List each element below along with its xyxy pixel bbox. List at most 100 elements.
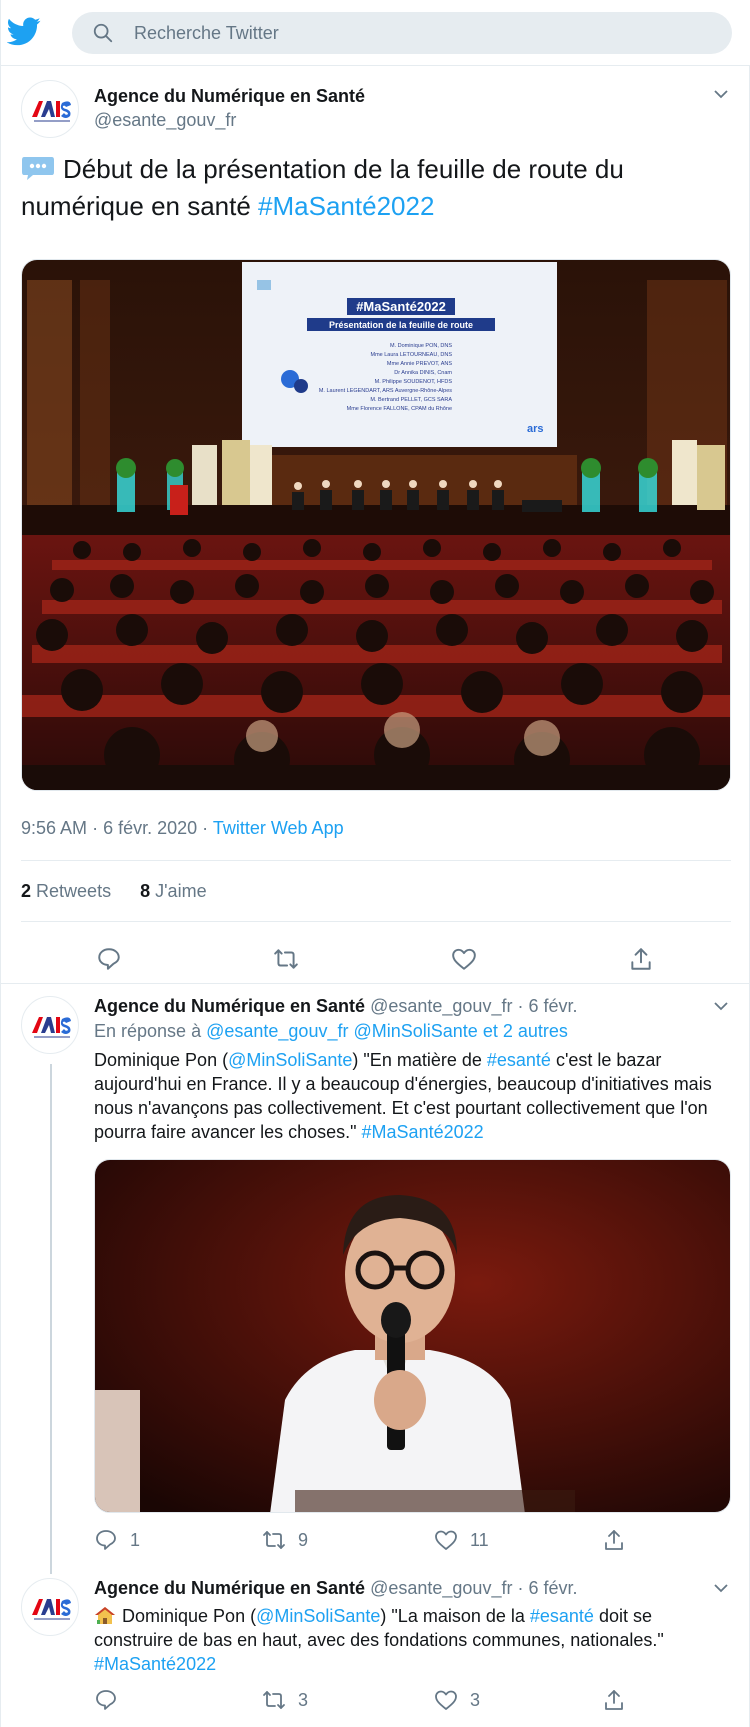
tweet-date[interactable]: 6 févr. (528, 1578, 577, 1598)
avatar[interactable] (21, 80, 79, 138)
author-handle[interactable]: @esante_gouv_fr (370, 996, 512, 1016)
tweet-text: Début de la présentation de la feuille d… (21, 151, 721, 225)
reply-icon (96, 1690, 116, 1710)
reply-tweet: Agence du Numérique en Santé @esante_gou… (1, 996, 750, 1550)
twitter-page: Agence du Numérique en Santé @esante_gou… (0, 0, 750, 1727)
hashtag-link[interactable]: #MaSanté2022 (94, 1654, 216, 1674)
tweet-text: Dominique Pon (@MinSoliSante) "En matièr… (94, 1048, 734, 1144)
retweets-count: 2 (21, 881, 32, 901)
like-icon[interactable] (451, 946, 477, 972)
tweet-text: Dominique Pon (@MinSoliSante) "La maison… (94, 1604, 734, 1676)
ans-logo-icon (32, 101, 71, 122)
author-handle[interactable]: @esante_gouv_fr (94, 110, 236, 131)
tweet-actions (1, 946, 750, 984)
share-icon (605, 1690, 623, 1710)
reply-action[interactable]: 1 (94, 1528, 140, 1552)
mention-link[interactable]: @MinSoliSante (228, 1050, 352, 1070)
mention-link[interactable]: @MinSoliSante (353, 1021, 477, 1041)
mention-link[interactable]: @esante_gouv_fr (206, 1021, 348, 1041)
search-icon (93, 23, 113, 43)
reply-header: Agence du Numérique en Santé @esante_gou… (94, 1578, 578, 1599)
retweet-action[interactable]: 9 (262, 1528, 308, 1552)
retweets-label: Retweets (36, 881, 112, 901)
header-separator: · (517, 996, 524, 1016)
retweet-icon (263, 1691, 285, 1709)
avatar[interactable] (21, 1578, 79, 1636)
others-link[interactable]: et 2 autres (483, 1021, 568, 1041)
ans-logo-icon (32, 1017, 71, 1038)
tweet-date[interactable]: 6 févr. 2020 (103, 818, 197, 838)
hashtag-link[interactable]: #esanté (487, 1050, 551, 1070)
reply-context: En réponse à @esante_gouv_fr @MinSoliSan… (94, 1021, 568, 1042)
like-action[interactable]: 3 (434, 1688, 480, 1712)
likes-count: 11 (470, 1529, 489, 1550)
chevron-down-icon[interactable] (713, 998, 729, 1014)
like-icon (435, 1690, 457, 1710)
author-name[interactable]: Agence du Numérique en Santé (94, 86, 365, 107)
thread-connector (50, 1064, 52, 1574)
like-action[interactable]: 11 (434, 1528, 489, 1552)
search-box (72, 12, 732, 54)
screen-name-line: M. Laurent LEGENDART, ARS Auvergne-Rhône… (319, 388, 452, 394)
chevron-down-icon[interactable] (713, 86, 729, 102)
reply-icon (96, 1530, 116, 1550)
chevron-down-icon[interactable] (713, 1580, 729, 1596)
screen-name-line: Mme Florence FALLONE, CPAM du Rhône (347, 406, 452, 412)
likes-count: 8 (140, 881, 151, 901)
screen-name-line: Mme Laura LETOURNEAU, DNS (370, 352, 452, 358)
top-bar (1, 0, 750, 66)
share-action[interactable] (602, 1528, 626, 1552)
screen-name-line: M. Dominique PON, DNS (390, 343, 452, 349)
mention-link[interactable]: @MinSoliSante (256, 1606, 380, 1626)
divider (21, 860, 731, 861)
author-name[interactable]: Agence du Numérique en Santé (94, 1578, 365, 1598)
screen-name-line: M. Bertrand PELLET, GCS SARA (370, 397, 452, 403)
reply-action[interactable] (94, 1688, 130, 1712)
screen-logo: ars (527, 423, 544, 435)
tweet-actions: 3 3 (94, 1688, 734, 1716)
tweet-video-frame[interactable] (94, 1159, 731, 1513)
share-icon (605, 1530, 623, 1550)
twitter-bird-icon[interactable] (7, 14, 41, 48)
retweets-count: 3 (298, 1689, 309, 1710)
likes-count: 3 (470, 1689, 481, 1710)
tweet-date[interactable]: 6 févr. (528, 996, 577, 1016)
text-part: Dominique Pon ( (122, 1606, 257, 1626)
meta-separator: · (92, 818, 99, 838)
avatar[interactable] (21, 996, 79, 1054)
author-name[interactable]: Agence du Numérique en Santé (94, 996, 365, 1016)
retweet-action[interactable]: 3 (262, 1688, 308, 1712)
engagement-counts: 2 Retweets 8 J'aime (21, 881, 207, 902)
likes-label: J'aime (155, 881, 207, 901)
header-separator: · (517, 1578, 524, 1598)
tweet-source[interactable]: Twitter Web App (213, 818, 344, 838)
tweet-photo[interactable]: #MaSanté2022 Présentation de la feuille … (21, 259, 731, 791)
speech-bubble-emoji (22, 157, 54, 180)
retweets-stat[interactable]: 2 Retweets (21, 881, 111, 901)
screen-name-line: Dr Annika DINIS, Cnam (394, 370, 452, 376)
hashtag-link[interactable]: #MaSanté2022 (258, 191, 434, 221)
main-tweet: Agence du Numérique en Santé @esante_gou… (1, 66, 750, 984)
speaker-photo (95, 1160, 730, 1512)
reply-header: Agence du Numérique en Santé @esante_gou… (94, 996, 578, 1017)
reply-icon[interactable] (96, 946, 122, 972)
share-icon[interactable] (628, 946, 654, 972)
share-action[interactable] (602, 1688, 626, 1712)
like-icon (435, 1530, 457, 1550)
retweet-icon[interactable] (273, 946, 299, 972)
likes-stat[interactable]: 8 J'aime (140, 881, 206, 901)
conference-photo: #MaSanté2022 Présentation de la feuille … (22, 260, 730, 790)
screen-name-line: Mme Annie PREVOT, ANS (387, 361, 452, 367)
text-part: Dominique Pon ( (94, 1050, 229, 1070)
divider (21, 921, 731, 922)
screen-subtitle: Présentation de la feuille de route (329, 320, 473, 330)
hashtag-link[interactable]: #MaSanté2022 (362, 1122, 484, 1142)
tweet-actions: 1 9 11 (94, 1528, 734, 1556)
reply-prefix: En réponse à (94, 1021, 202, 1041)
tweet-time[interactable]: 9:56 AM (21, 818, 87, 838)
author-handle[interactable]: @esante_gouv_fr (370, 1578, 512, 1598)
search-input[interactable] (134, 12, 714, 54)
hashtag-link[interactable]: #esanté (530, 1606, 594, 1626)
reply-tweet: Agence du Numérique en Santé @esante_gou… (1, 1578, 750, 1718)
text-part: ) "La maison de la (380, 1606, 530, 1626)
